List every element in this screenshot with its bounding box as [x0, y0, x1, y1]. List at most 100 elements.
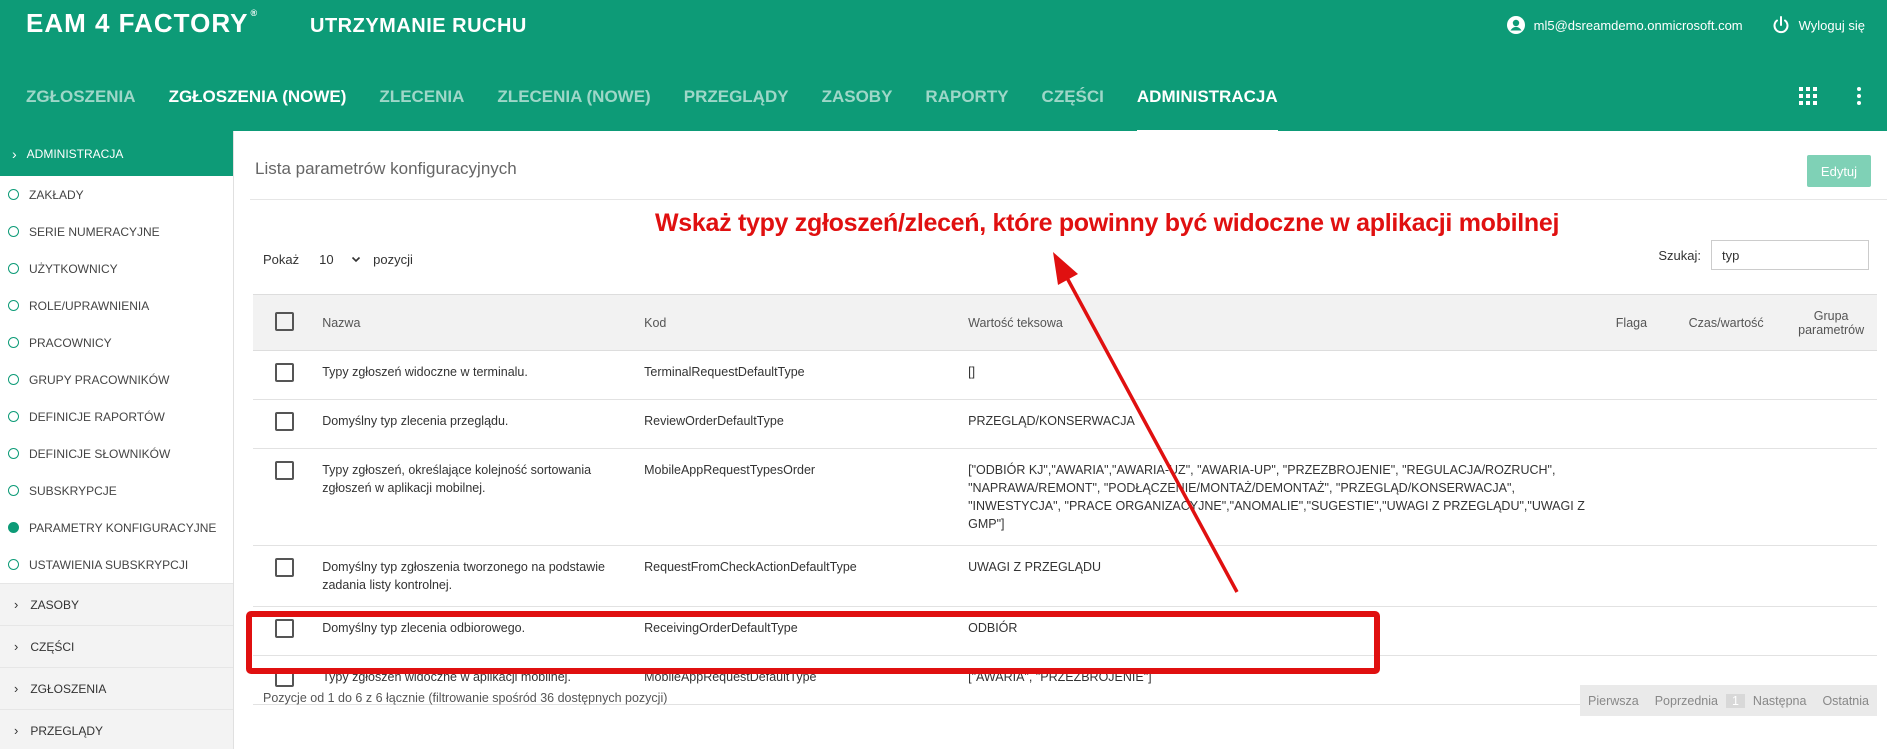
nav-item-zgloszenia[interactable]: ZGŁOSZENIA	[26, 87, 136, 134]
user-area: ml5@dsreamdemo.onmicrosoft.com Wyloguj s…	[1506, 15, 1865, 35]
sidebar-item-uzytkownicy[interactable]: UŻYTKOWNICY	[0, 250, 233, 287]
nav-item-raporty[interactable]: RAPORTY	[925, 87, 1008, 134]
search-input[interactable]: typ	[1711, 240, 1869, 270]
sidebar-item-grupy-pracownikow[interactable]: GRUPY PRACOWNIKÓW	[0, 361, 233, 398]
show-label: Pokaż	[263, 251, 300, 267]
cell-value: ODBIÓR	[964, 606, 1596, 656]
logout-button[interactable]: Wyloguj się	[1771, 15, 1865, 35]
table-row[interactable]: Domyślny typ zlecenia odbiorowego. Recei…	[253, 606, 1877, 656]
sidebar-head-administracja[interactable]: › ADMINISTRACJA	[0, 131, 233, 176]
cell-time	[1667, 350, 1786, 400]
more-vert-icon[interactable]	[1857, 87, 1861, 105]
search-label: Szukaj:	[1658, 247, 1701, 263]
cell-code: TerminalRequestDefaultType	[640, 350, 965, 400]
nav-item-zlecenia[interactable]: ZLECENIA	[379, 87, 464, 134]
nav-item-zgloszenia-nowe[interactable]: ZGŁOSZENIA (NOWE)	[169, 87, 347, 134]
nav-item-administracja[interactable]: ADMINISTRACJA	[1136, 87, 1278, 134]
nav-item-zasoby[interactable]: ZASOBY	[822, 87, 893, 134]
sidebar-group-zgloszenia[interactable]: › ZGŁOSZENIA	[0, 667, 233, 709]
cell-flag	[1595, 606, 1668, 656]
circle-icon	[8, 189, 19, 200]
edit-button[interactable]: Edytuj	[1807, 155, 1871, 187]
sidebar-group-przeglady[interactable]: › PRZEGLĄDY	[0, 709, 233, 749]
row-checkbox[interactable]	[275, 619, 294, 638]
row-checkbox-cell	[253, 399, 319, 449]
row-checkbox[interactable]	[275, 412, 294, 431]
table-row[interactable]: Typy zgłoszeń, określające kolejność sor…	[253, 448, 1877, 546]
row-checkbox-cell	[253, 545, 319, 607]
row-checkbox[interactable]	[275, 461, 294, 480]
col-header-name[interactable]: Nazwa	[318, 294, 641, 351]
col-header-value[interactable]: Wartość teksowa	[964, 294, 1596, 351]
sidebar-group-label: ZASOBY	[30, 597, 80, 612]
col-header-group[interactable]: Grupa parametrów	[1785, 294, 1877, 351]
cell-flag	[1595, 399, 1668, 449]
table-row[interactable]: Typy zgłoszeń widoczne w terminalu. Term…	[253, 350, 1877, 400]
sidebar-item-label: UŻYTKOWNICY	[29, 261, 118, 276]
table-row[interactable]: Domyślny typ zgłoszenia tworzonego na po…	[253, 545, 1877, 607]
page-size-select[interactable]: 10	[307, 246, 365, 272]
cell-flag	[1595, 545, 1668, 607]
sidebar-item-serie-numeracyjne[interactable]: SERIE NUMERACYJNE	[0, 213, 233, 250]
apps-grid-icon[interactable]	[1799, 87, 1817, 105]
pager-prev[interactable]: Poprzednia	[1647, 694, 1726, 708]
divider	[250, 199, 1887, 200]
sidebar-item-pracownicy[interactable]: PRACOWNICY	[0, 324, 233, 361]
circle-icon	[8, 374, 19, 385]
nav-item-przeglady[interactable]: PRZEGLĄDY	[684, 87, 789, 134]
cell-group	[1785, 545, 1877, 607]
chevron-right-icon: ›	[12, 145, 17, 162]
circle-icon	[8, 300, 19, 311]
sidebar: › ADMINISTRACJA ZAKŁADY SERIE NUMERACYJN…	[0, 131, 234, 749]
table-row[interactable]: Domyślny typ zlecenia przeglądu. ReviewO…	[253, 399, 1877, 449]
row-checkbox[interactable]	[275, 363, 294, 382]
sidebar-item-label: ROLE/UPRAWNIENIA	[29, 298, 150, 313]
cell-time	[1667, 545, 1786, 607]
sidebar-item-definicje-slownikow[interactable]: DEFINICJE SŁOWNIKÓW	[0, 435, 233, 472]
page-size-control: Pokaż 10 pozycji	[263, 246, 413, 272]
sidebar-item-label: PRACOWNICY	[29, 335, 112, 350]
circle-icon	[8, 448, 19, 459]
nav-item-czesci[interactable]: CZĘŚCI	[1042, 87, 1104, 134]
cell-code: ReceivingOrderDefaultType	[640, 606, 965, 656]
cell-code: MobileAppRequestTypesOrder	[640, 448, 965, 546]
row-checkbox-cell	[253, 448, 319, 546]
sidebar-item-role-uprawnienia[interactable]: ROLE/UPRAWNIENIA	[0, 287, 233, 324]
pager-next[interactable]: Następna	[1745, 694, 1815, 708]
circle-icon	[8, 559, 19, 570]
row-checkbox-cell	[253, 606, 319, 656]
pager-last[interactable]: Ostatnia	[1814, 694, 1877, 708]
power-icon	[1771, 15, 1791, 35]
select-all-checkbox[interactable]	[275, 311, 294, 331]
sidebar-group-label: ZGŁOSZENIA	[30, 681, 107, 696]
sidebar-item-ustawienia-subskrypcji[interactable]: USTAWIENIA SUBSKRYPCJI	[0, 546, 233, 583]
pager-first[interactable]: Pierwsza	[1580, 694, 1647, 708]
row-checkbox[interactable]	[275, 558, 294, 577]
sidebar-item-label: GRUPY PRACOWNIKÓW	[29, 372, 170, 387]
logo[interactable]: EAM 4 FACTORY ®	[26, 8, 258, 39]
col-header-code[interactable]: Kod	[640, 294, 965, 351]
sidebar-group-czesci[interactable]: › CZĘŚCI	[0, 625, 233, 667]
sidebar-item-subskrypcje[interactable]: SUBSKRYPCJE	[0, 472, 233, 509]
nav-item-zlecenia-nowe[interactable]: ZLECENIA (NOWE)	[497, 87, 650, 134]
chevron-right-icon: ›	[14, 681, 19, 696]
row-checkbox[interactable]	[275, 668, 294, 687]
pager-current[interactable]: 1	[1725, 693, 1745, 708]
page-title: Lista parametrów konfiguracyjnych	[255, 159, 517, 178]
cell-code: ReviewOrderDefaultType	[640, 399, 965, 449]
col-header-time[interactable]: Czas/wartość	[1667, 294, 1786, 351]
row-checkbox-cell	[253, 350, 319, 400]
col-header-flag[interactable]: Flaga	[1595, 294, 1668, 351]
sidebar-item-parametry-konfiguracyjne[interactable]: PARAMETRY KONFIGURACYJNE	[0, 509, 233, 546]
sidebar-group-zasoby[interactable]: › ZASOBY	[0, 583, 233, 625]
cell-value: ["AWARIA", "PRZEZBROJENIE"]	[964, 655, 1596, 705]
user-email[interactable]: ml5@dsreamdemo.onmicrosoft.com	[1534, 18, 1743, 33]
cell-time	[1667, 399, 1786, 449]
cell-group	[1785, 606, 1877, 656]
sidebar-item-zaklady[interactable]: ZAKŁADY	[0, 176, 233, 213]
sidebar-item-definicje-raportow[interactable]: DEFINICJE RAPORTÓW	[0, 398, 233, 435]
pagination: Pierwsza Poprzednia 1 Następna Ostatnia	[1580, 685, 1877, 716]
cell-name: Domyślny typ zlecenia odbiorowego.	[318, 606, 641, 656]
cell-time	[1667, 606, 1786, 656]
sidebar-item-label: PARAMETRY KONFIGURACYJNE	[29, 520, 217, 535]
